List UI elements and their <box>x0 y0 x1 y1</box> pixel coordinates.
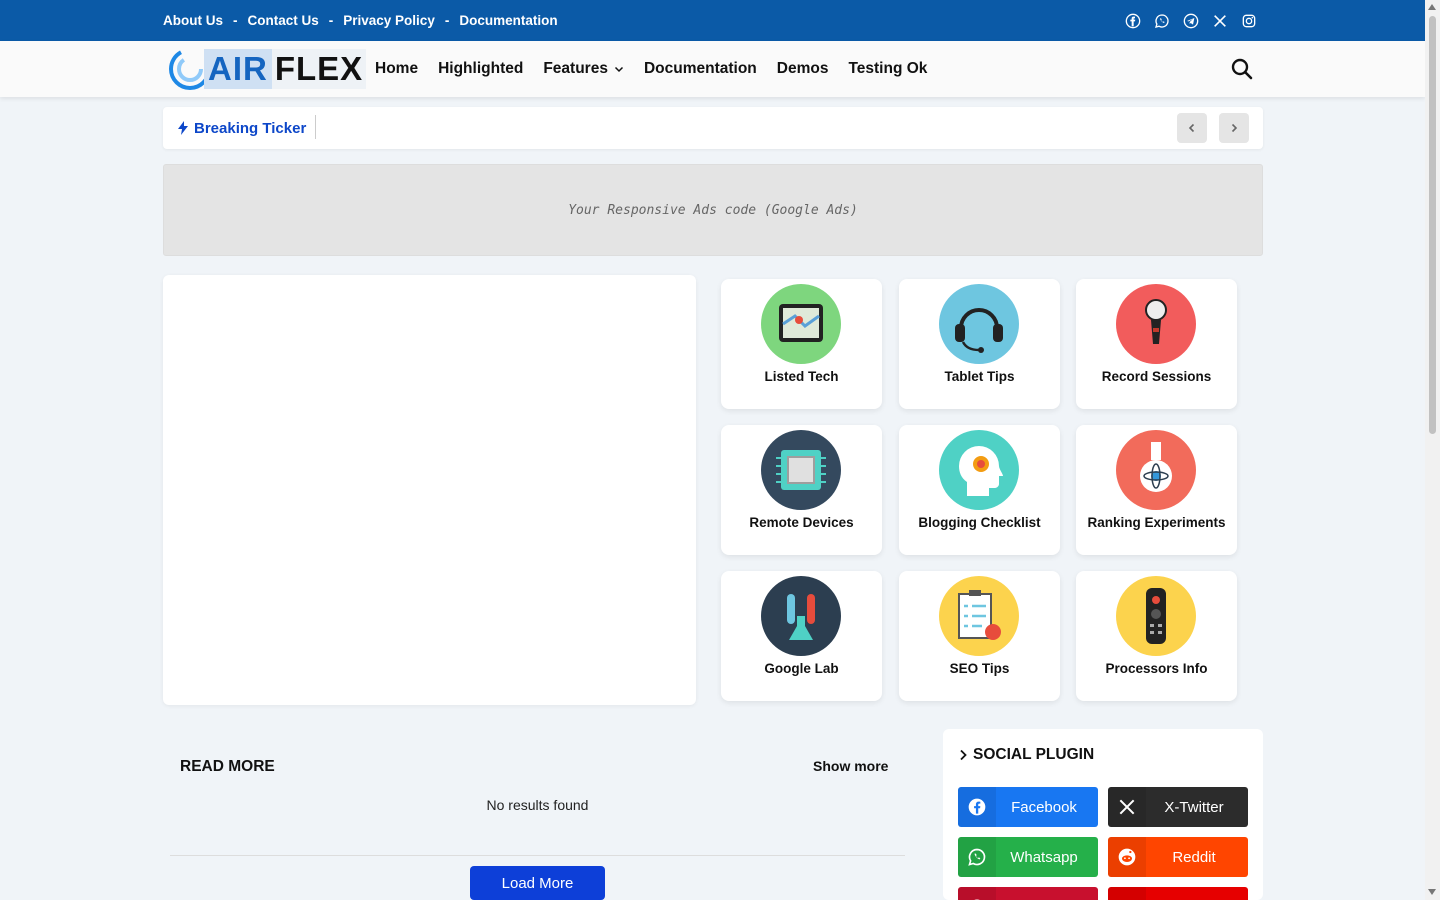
scrollbar-thumb[interactable] <box>1429 16 1436 434</box>
link-separator: - <box>233 13 238 28</box>
chevron-down-icon <box>614 66 623 73</box>
whatsapp-icon[interactable] <box>1154 13 1170 29</box>
category-card-record-sessions[interactable]: Record Sessions <box>1076 279 1237 409</box>
category-card-google-lab[interactable]: Google Lab <box>721 571 882 701</box>
chip-icon <box>761 430 841 510</box>
category-card-blogging-checklist[interactable]: Blogging Checklist <box>899 425 1060 555</box>
category-card-remote-devices[interactable]: Remote Devices <box>721 425 882 555</box>
logo-air-text: AIR <box>204 49 272 89</box>
privacy-policy-link[interactable]: Privacy Policy <box>343 13 435 28</box>
x-twitter-label: X-Twitter <box>1164 798 1224 816</box>
ticker-divider <box>315 115 316 139</box>
category-card-seo-tips[interactable]: SEO Tips <box>899 571 1060 701</box>
top-social-icons <box>1125 0 1257 41</box>
pinterest-icon <box>958 887 996 900</box>
nav-demos[interactable]: Demos <box>777 60 829 78</box>
category-name: Processors Info <box>1105 661 1208 676</box>
nav-features-label: Features <box>543 60 608 77</box>
documentation-link[interactable]: Documentation <box>459 13 557 28</box>
category-name: Listed Tech <box>764 369 839 384</box>
social-plugin-title-text: SOCIAL PLUGIN <box>973 746 1095 763</box>
facebook-icon[interactable] <box>1125 13 1141 29</box>
ticker-label-text: Breaking Ticker <box>194 119 307 137</box>
main-nav: Home Highlighted Features Documentation … <box>375 41 927 97</box>
category-card-processors-info[interactable]: Processors Info <box>1076 571 1237 701</box>
facebook-button[interactable]: Facebook <box>958 787 1098 827</box>
nav-home[interactable]: Home <box>375 60 418 78</box>
category-card-ranking-experiments[interactable]: Ranking Experiments <box>1076 425 1237 555</box>
tablet-map-icon <box>761 284 841 364</box>
scroll-down-arrow-icon[interactable] <box>1428 889 1436 895</box>
nav-features[interactable]: Features <box>543 60 624 78</box>
lab-tubes-icon <box>761 576 841 656</box>
chevron-right-icon <box>1231 123 1238 133</box>
category-name: Record Sessions <box>1101 369 1212 384</box>
telegram-icon[interactable] <box>1183 13 1199 29</box>
ticker-label: Breaking Ticker <box>178 107 306 149</box>
instagram-icon[interactable] <box>1241 13 1257 29</box>
whatsapp-icon <box>958 837 996 877</box>
about-us-link[interactable]: About Us <box>163 13 223 28</box>
nav-testing-ok[interactable]: Testing Ok <box>848 60 927 78</box>
contact-us-link[interactable]: Contact Us <box>248 13 319 28</box>
top-links: About Us - Contact Us - Privacy Policy -… <box>163 0 558 41</box>
flask-icon <box>1116 430 1196 510</box>
facebook-label: Facebook <box>1011 798 1077 816</box>
social-plugin-title: SOCIAL PLUGIN <box>957 746 1094 764</box>
category-name: Tablet Tips <box>944 369 1015 384</box>
category-name: Remote Devices <box>749 515 854 530</box>
ticker-next-button[interactable] <box>1219 113 1249 143</box>
social-plugin-widget: SOCIAL PLUGIN Facebook X-Twitter Whatsap… <box>943 729 1263 900</box>
logo-flex-text: FLEX <box>271 49 367 89</box>
lightning-icon <box>178 121 188 135</box>
ads-text: Your Responsive Ads code (Google Ads) <box>568 202 858 218</box>
read-more-title: READ MORE <box>180 758 275 775</box>
category-name: SEO Tips <box>949 661 1010 676</box>
category-name: Blogging Checklist <box>918 515 1041 530</box>
category-card-tablet-tips[interactable]: Tablet Tips <box>899 279 1060 409</box>
search-icon[interactable] <box>1230 57 1254 81</box>
site-logo[interactable]: AIR FLEX <box>168 46 367 92</box>
no-results-text: No results found <box>486 797 589 813</box>
ticker-prev-button[interactable] <box>1177 113 1207 143</box>
section-divider <box>170 855 905 856</box>
ads-placeholder: Your Responsive Ads code (Google Ads) <box>163 164 1263 256</box>
clipboard-icon <box>939 576 1019 656</box>
youtube-button[interactable] <box>1108 887 1248 900</box>
x-twitter-icon[interactable] <box>1212 13 1228 29</box>
pinterest-button[interactable] <box>958 887 1098 900</box>
category-name: Google Lab <box>764 661 839 676</box>
x-twitter-button[interactable]: X-Twitter <box>1108 787 1248 827</box>
breaking-ticker: Breaking Ticker <box>163 107 1263 149</box>
scroll-up-arrow-icon[interactable] <box>1428 4 1436 10</box>
show-more-link[interactable]: Show more <box>813 758 888 774</box>
whatsapp-button[interactable]: Whatsapp <box>958 837 1098 877</box>
load-more-button[interactable]: Load More <box>470 866 605 900</box>
youtube-icon <box>1108 887 1146 900</box>
top-bar: About Us - Contact Us - Privacy Policy -… <box>0 0 1425 41</box>
chevron-left-icon <box>1188 123 1195 133</box>
reddit-icon <box>1108 837 1146 877</box>
category-name: Ranking Experiments <box>1087 515 1226 530</box>
link-separator: - <box>328 13 334 28</box>
head-idea-icon <box>939 430 1019 510</box>
remote-control-icon <box>1116 576 1196 656</box>
nav-highlighted[interactable]: Highlighted <box>438 60 523 78</box>
page-scrollbar[interactable] <box>1425 0 1440 900</box>
headset-icon <box>939 284 1019 364</box>
facebook-icon <box>958 787 996 827</box>
nav-documentation[interactable]: Documentation <box>644 60 757 78</box>
reddit-label: Reddit <box>1172 848 1216 866</box>
whatsapp-label: Whatsapp <box>1010 848 1078 866</box>
reddit-button[interactable]: Reddit <box>1108 837 1248 877</box>
chevron-right-icon <box>960 749 967 761</box>
main-header: AIR FLEX Home Highlighted Features Docum… <box>0 41 1425 97</box>
link-separator: - <box>444 13 450 28</box>
category-card-listed-tech[interactable]: Listed Tech <box>721 279 882 409</box>
featured-box <box>163 275 696 705</box>
x-twitter-icon <box>1108 787 1146 827</box>
microphone-icon <box>1116 284 1196 364</box>
